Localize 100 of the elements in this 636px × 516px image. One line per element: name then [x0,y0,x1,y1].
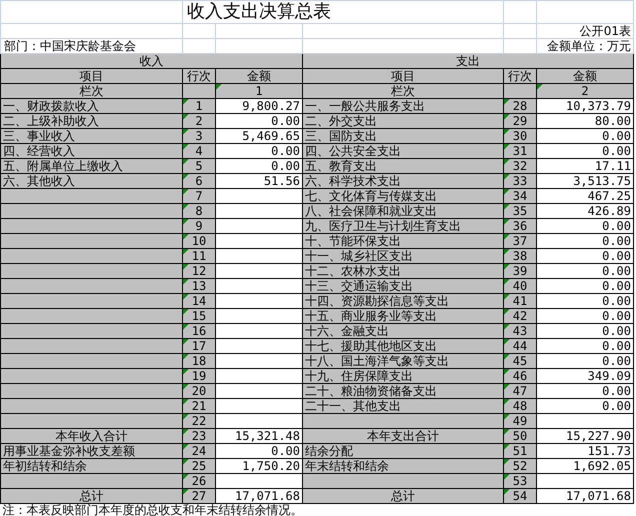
table-cell: 17 [182,338,216,354]
table-cell: 22 [182,414,216,428]
table-cell: 0.00 [536,294,634,308]
table-cell: 结余分配 [302,444,504,458]
table-cell: 一、一般公共服务支出 [302,98,504,114]
table-cell: 十一、城乡社区支出 [302,248,504,264]
table-cell: 38 [504,248,536,264]
column-header: 金额 [216,68,302,84]
table-cell: 六、其他收入 [0,174,182,188]
table-cell: 十六、金融支出 [302,324,504,338]
table-cell: 39 [504,264,536,278]
table-cell: 47 [504,384,536,398]
table-cell: 51.56 [216,174,302,188]
table-cell: 0.00 [536,308,634,324]
table-cell: 12 [182,264,216,278]
table-cell: 26 [182,474,216,488]
table-cell: 一、财政拨款收入 [0,98,182,114]
table-cell: 0.00 [536,144,634,158]
table-cell: 六、科学技术支出 [302,174,504,188]
table-cell: 23 [182,428,216,444]
table-cell: 9 [182,218,216,234]
column-header: 项目 [302,68,504,84]
table-cell: 二十一、其他支出 [302,398,504,414]
table-cell: 42 [504,308,536,324]
table-cell: 30 [504,128,536,144]
table-cell: 50 [504,428,536,444]
table-cell: 年末结转和结余 [302,458,504,474]
column-header: 栏次 [302,84,504,98]
table-cell: 24 [182,444,216,458]
table-cell: 2 [182,114,216,128]
table-cell: 0.00 [536,354,634,368]
footnote: 注：本表反映部门本年度的总收支和年末结转结余情况。 [0,504,634,516]
table-cell: 本年收入合计 [0,428,182,444]
table-cell [504,84,536,98]
table-cell: 总计 [0,488,182,504]
table-cell: 0.00 [536,218,634,234]
table-cell: 35 [504,204,536,218]
table-cell: 15,321.48 [216,428,302,444]
table-cell: 426.89 [536,204,634,218]
table-cell: 用事业基金弥补收支差额 [0,444,182,458]
table-cell: 五、附属单位上缴收入 [0,158,182,174]
column-header: 行次 [504,68,536,84]
table-cell: 52 [504,458,536,474]
table-cell: 28 [504,98,536,114]
table-cell: 15 [182,308,216,324]
table-cell: 十五、商业服务业等支出 [302,308,504,324]
table-cell: 13 [182,278,216,294]
sheet-title: 收入支出决算总表 [182,0,504,24]
table-cell: 二、上级补助收入 [0,114,182,128]
table-cell: 19 [182,368,216,384]
table-cell: 二十、粮油物资储备支出 [302,384,504,398]
table-cell: 十、节能环保支出 [302,234,504,248]
column-header: 栏次 [0,84,182,98]
table-cell: 29 [504,114,536,128]
table-cell: 二、外交支出 [302,114,504,128]
table-cell: 0.00 [536,398,634,414]
table-cell: 1,750.20 [216,458,302,474]
table-cell: 0.00 [536,234,634,248]
table-cell: 0.00 [216,158,302,174]
table-cell: 5,469.65 [216,128,302,144]
table-cell: 八、社会保障和就业支出 [302,204,504,218]
table-cell: 32 [504,158,536,174]
table-cell: 本年支出合计 [302,428,504,444]
table-cell: 8 [182,204,216,218]
table-cell: 0.00 [536,338,634,354]
table-cell: 18 [182,354,216,368]
section-header: 支出 [302,54,634,68]
table-cell: 21 [182,398,216,414]
table-cell: 46 [504,368,536,384]
table-cell: 34 [504,188,536,204]
table-cell: 七、文化体育与传媒支出 [302,188,504,204]
table-cell: 80.00 [536,114,634,128]
table-cell: 0.00 [536,248,634,264]
form-number: 公开01表 [536,24,634,38]
table-cell: 0.00 [216,144,302,158]
table-cell [182,84,216,98]
table-cell: 十九、住房保障支出 [302,368,504,384]
table-cell: 1,692.05 [536,458,634,474]
column-header: 项目 [0,68,182,84]
table-cell: 总计 [302,488,504,504]
table-cell: 48 [504,398,536,414]
table-cell: 0.00 [216,114,302,128]
table-cell: 31 [504,144,536,158]
table-cell: 37 [504,234,536,248]
table-cell: 十八、国土海洋气象等支出 [302,354,504,368]
table-cell: 6 [182,174,216,188]
table-cell: 20 [182,384,216,398]
table-cell: 53 [504,474,536,488]
table-cell: 17.11 [536,158,634,174]
table-cell: 43 [504,324,536,338]
table-cell: 4 [182,144,216,158]
table-cell: 15,227.90 [536,428,634,444]
table-cell: 十二、农林水支出 [302,264,504,278]
table-cell: 14 [182,294,216,308]
table-cell: 9,800.27 [216,98,302,114]
table-cell: 五、教育支出 [302,158,504,174]
table-cell: 三、事业收入 [0,128,182,144]
table-cell: 2 [536,84,634,98]
table-cell: 1 [182,98,216,114]
table-cell: 四、经营收入 [0,144,182,158]
